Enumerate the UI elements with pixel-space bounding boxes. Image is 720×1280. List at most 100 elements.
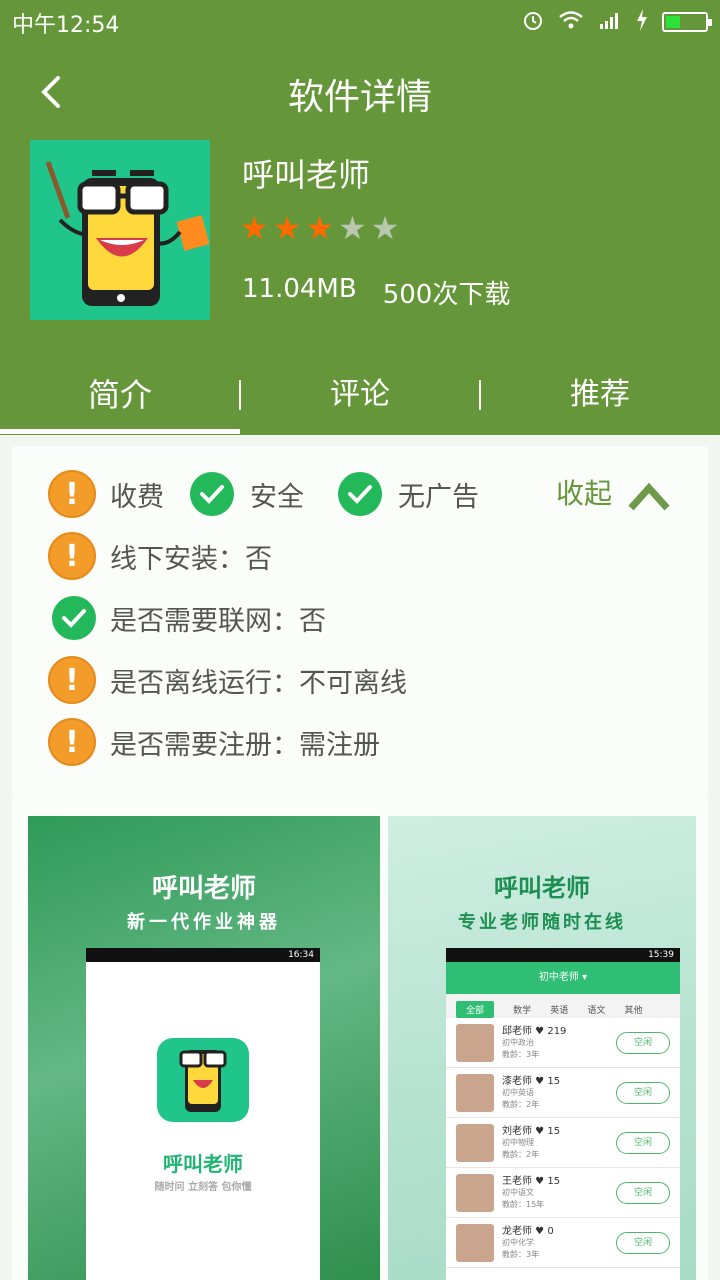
status-time: 中午12:54 <box>12 13 120 38</box>
avatar <box>456 1224 494 1262</box>
detail-row: 是否需要联网：否 <box>52 596 326 640</box>
collapse-button[interactable]: 收起 <box>556 472 612 512</box>
mini-category: 语文 <box>587 1006 606 1016</box>
list-item[interactable]: 漆老师 ♥ 15 初中英语 教龄：2年 空闲 <box>446 1068 680 1118</box>
detail-text: 是否需要联网：否 <box>110 605 326 637</box>
wifi-icon <box>558 10 584 34</box>
app-name: 呼叫老师 <box>242 156 371 194</box>
info-card: ! 收费 安全 无广告 收起 ! 线下安装：否 是否需要联网：否 ! 是否离线运… <box>12 446 708 800</box>
tab-divider <box>239 380 241 410</box>
mini-category: 英语 <box>550 1006 569 1016</box>
phone-status-bar: 16:34 <box>86 948 320 962</box>
status-icons <box>522 9 712 35</box>
detail-row: ! 线下安装：否 <box>48 532 272 580</box>
star-icon: ★ <box>305 209 335 247</box>
mini-category: 全部 <box>456 1001 495 1018</box>
mini-app-name: 呼叫老师 <box>163 1152 243 1176</box>
app-meta: 11.04MB 500次下载 <box>242 274 510 311</box>
teacher-age: 教龄：2年 <box>502 1100 540 1109</box>
call-button[interactable]: 空闲 <box>616 1182 670 1204</box>
screenshot-2[interactable]: 呼叫老师 专业老师随时在线 15:39 初中老师 ▾ 全部 数学 英语 语文 其… <box>388 816 696 1280</box>
tag-label: 安全 <box>250 481 304 513</box>
tag-label: 收费 <box>110 481 164 513</box>
detail-row: ! 是否离线运行：不可离线 <box>48 656 407 704</box>
teacher-age: 教龄：3年 <box>502 1250 540 1259</box>
tab-recommend[interactable]: 推荐 <box>480 360 720 430</box>
avatar <box>456 1174 494 1212</box>
shot-title: 呼叫老师 <box>494 874 590 902</box>
phone-status-bar: 15:39 <box>446 948 680 962</box>
detail-row: ! 是否需要注册：需注册 <box>48 718 380 766</box>
signal-icon <box>598 10 622 34</box>
phone-mockup: 15:39 初中老师 ▾ 全部 数学 英语 语文 其他 邱老师 ♥ 219 初中… <box>446 948 680 1280</box>
mini-slogan: 随时问 立刻答 包你懂 <box>154 1182 252 1193</box>
detail-text: 是否离线运行：不可离线 <box>110 667 407 699</box>
list-item[interactable]: 龙老师 ♥ 0 初中化学 教龄：3年 空闲 <box>446 1218 680 1268</box>
tab-label: 评论 <box>330 377 390 412</box>
call-button[interactable]: 空闲 <box>616 1082 670 1104</box>
teacher-name: 刘老师 ♥ 15 <box>502 1126 561 1137</box>
list-item[interactable]: 王老师 ♥ 15 初中语文 教龄：15年 空闲 <box>446 1168 680 1218</box>
call-button[interactable]: 空闲 <box>616 1132 670 1154</box>
teacher-subject: 初中英语 <box>502 1088 534 1097</box>
mini-category: 其他 <box>624 1006 643 1016</box>
tag-row: ! 收费 安全 无广告 <box>48 470 479 518</box>
avatar <box>456 1074 494 1112</box>
check-icon <box>190 472 234 516</box>
warning-icon: ! <box>48 718 96 766</box>
tab-intro[interactable]: 简介 <box>0 360 240 434</box>
app-size: 11.04MB <box>242 274 357 304</box>
rating-stars: ★ ★ ★ ★ ★ <box>240 212 399 244</box>
star-icon: ★ <box>338 209 367 247</box>
screenshot-1[interactable]: 呼叫老师 新一代作业神器 16:34 呼叫老师 随时问 立刻答 包你懂 <box>28 816 380 1280</box>
battery-icon <box>662 12 712 32</box>
star-icon: ★ <box>370 209 400 247</box>
shot-subtitle: 新一代作业神器 <box>127 912 281 933</box>
alarm-icon <box>522 9 544 35</box>
check-icon <box>52 596 96 640</box>
screenshot-gallery: 呼叫老师 新一代作业神器 16:34 呼叫老师 随时问 立刻答 包你懂 呼叫老师… <box>12 800 708 1280</box>
detail-text: 是否需要注册：需注册 <box>110 729 380 761</box>
mini-app-icon <box>157 1038 249 1122</box>
warning-icon: ! <box>48 532 96 580</box>
star-icon: ★ <box>240 209 269 247</box>
mini-category-tabs: 全部 数学 英语 语文 其他 <box>446 994 680 1018</box>
check-icon <box>338 472 382 516</box>
list-item[interactable]: 刘老师 ♥ 15 初中物理 教龄：2年 空闲 <box>446 1118 680 1168</box>
shot-subtitle: 专业老师随时在线 <box>458 912 626 933</box>
call-button[interactable]: 空闲 <box>616 1232 670 1254</box>
avatar <box>456 1124 494 1162</box>
teacher-name: 漆老师 ♥ 15 <box>502 1076 561 1087</box>
avatar <box>456 1024 494 1062</box>
teacher-subject: 初中政治 <box>502 1038 534 1047</box>
page-title: 软件详情 <box>287 77 432 118</box>
tab-bar: 简介 评论 推荐 <box>0 360 720 434</box>
warning-icon: ! <box>48 656 96 704</box>
shot-title: 呼叫老师 <box>151 874 256 904</box>
list-item[interactable]: 邱老师 ♥ 219 初中政治 教龄：3年 空闲 <box>446 1018 680 1068</box>
teacher-name: 龙老师 ♥ 0 <box>502 1226 554 1237</box>
teacher-age: 教龄：15年 <box>502 1200 545 1209</box>
teacher-name: 邱老师 ♥ 219 <box>502 1026 567 1037</box>
download-count: 500次下载 <box>382 280 511 310</box>
teacher-name: 王老师 ♥ 15 <box>502 1176 561 1187</box>
phone-mockup: 16:34 呼叫老师 随时问 立刻答 包你懂 <box>86 948 320 1280</box>
detail-text: 线下安装：否 <box>110 543 272 575</box>
charging-icon <box>636 9 648 35</box>
tab-label: 简介 <box>87 376 152 414</box>
tag-label: 无广告 <box>398 481 479 513</box>
teacher-subject: 初中语文 <box>502 1188 534 1197</box>
call-button[interactable]: 空闲 <box>616 1032 670 1054</box>
tab-comments[interactable]: 评论 <box>240 360 480 430</box>
app-icon <box>30 140 210 320</box>
chevron-up-icon[interactable] <box>627 478 671 514</box>
tab-divider <box>479 380 481 410</box>
star-icon: ★ <box>272 209 302 247</box>
status-bar: 中午12:54 <box>0 0 720 40</box>
tab-label: 推荐 <box>570 377 630 412</box>
mini-topbar: 初中老师 ▾ <box>446 962 680 994</box>
warning-icon: ! <box>48 470 96 518</box>
teacher-age: 教龄：2年 <box>502 1150 540 1159</box>
mini-category: 数学 <box>513 1006 532 1016</box>
app-header: 软件详情 呼叫老师 ★ ★ ★ ★ ★ 11.04MB 500次下载 简介 评论… <box>0 40 720 435</box>
